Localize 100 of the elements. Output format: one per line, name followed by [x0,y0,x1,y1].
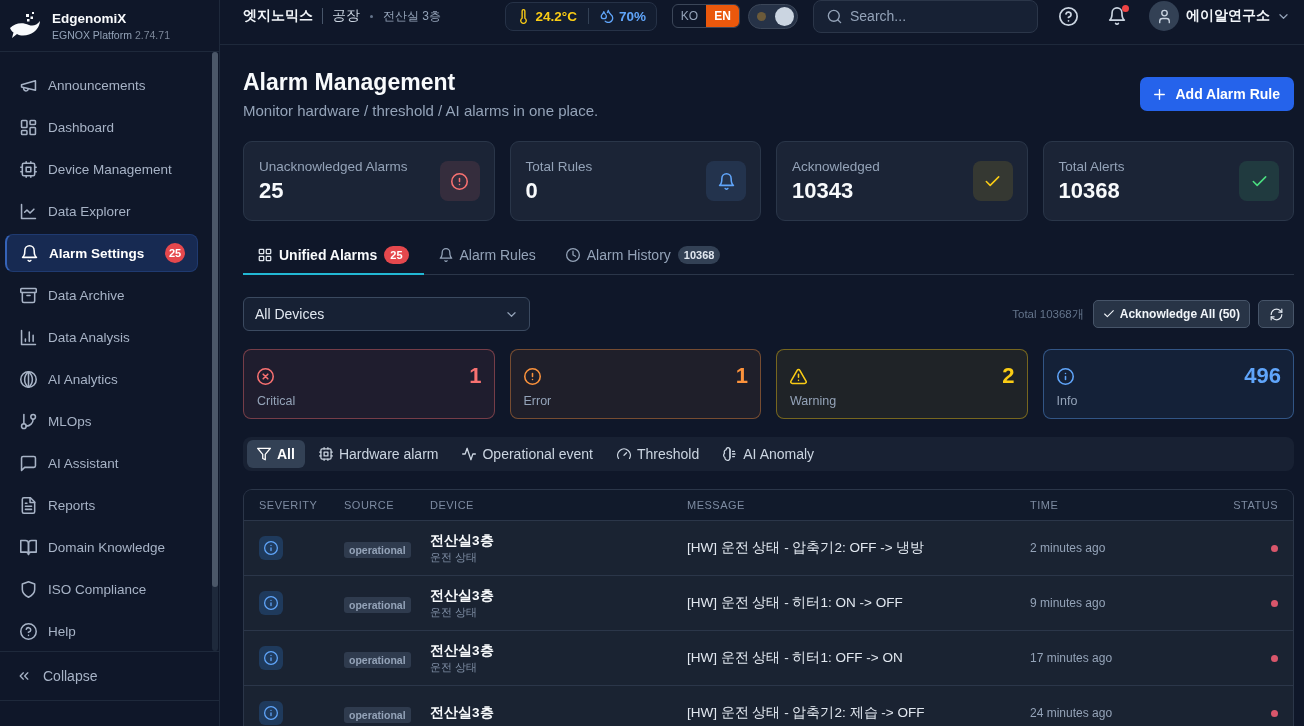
nav-item[interactable]: Data Analysis [5,318,198,356]
nav-item[interactable]: Data Explorer [5,192,198,230]
nav-item[interactable]: MLOps [5,402,198,440]
total-count: Total 10368개 [1012,306,1084,322]
alarm-time: 9 minutes ago [1030,596,1106,610]
filter-icon [257,447,271,461]
scrollbar[interactable] [212,52,218,651]
page-subtitle: Monitor hardware / threshold / AI alarms in one place. [243,101,599,121]
stat-label: Unacknowledged Alarms [259,157,408,176]
nav-item[interactable]: Dashboard [5,108,198,146]
column-header: SOURCE [344,499,396,511]
toggle-knob[interactable] [775,6,794,26]
brain-icon [723,447,738,461]
category-chip[interactable]: AI Anomaly [713,440,825,468]
nav-item[interactable]: Device Management [5,150,198,188]
humidity-value: 70% [618,8,646,24]
line-chart-icon [20,202,37,220]
chevrons-left-icon [17,669,31,683]
device-detail: 운전 상태 [430,605,478,619]
breadcrumb-item[interactable]: 공장 [332,7,360,25]
count-badge: 25 [384,246,409,264]
branch-icon [20,412,37,430]
x-circle-icon [257,367,274,385]
device-name: 전산실3층 [430,642,494,660]
warning-icon [790,367,807,385]
tab[interactable]: Unified Alarms 25 [243,237,424,275]
breadcrumb-item[interactable]: 엣지노믹스 [243,7,313,25]
stat-value: 10343 [792,176,855,205]
category-chip[interactable]: Operational event [452,440,603,468]
category-chip[interactable]: All [247,440,305,468]
device-name: 전산실3층 [430,704,494,722]
add-alarm-rule-button[interactable]: Add Alarm Rule [1139,77,1294,111]
activity-icon [462,447,477,461]
alarm-time: 17 minutes ago [1030,651,1113,665]
category-chip[interactable]: Threshold [607,440,710,468]
stat-value: 10368 [1058,176,1121,205]
nav-item[interactable]: ISO Compliance [5,570,198,608]
dot-icon [757,11,766,21]
bell-icon [21,244,38,262]
alert-circle-icon [523,367,541,385]
nav-item[interactable]: Alarm Settings 25 [5,234,198,272]
tab[interactable]: Alarm History 10368 [550,237,736,275]
severity-label: Error [523,394,552,408]
device-name: 전산실3층 [430,532,494,550]
source-tag: operational [344,597,411,613]
bell-icon [438,248,453,262]
device-name: 전산실3층 [430,587,494,605]
search-field[interactable]: Search... [813,0,1038,33]
language-option[interactable]: KO [673,5,706,27]
nav-item[interactable]: AI Assistant [5,444,198,482]
bell-icon[interactable] [1108,7,1126,25]
alarm-time: 24 minutes ago [1030,706,1113,720]
user-menu[interactable]: 에이알연구소 [1149,1,1290,31]
avatar-icon [1149,1,1179,31]
droplets-icon [599,9,614,23]
globe-icon [20,370,37,388]
chat-icon [20,454,37,472]
help-icon [20,622,37,640]
nav-item[interactable]: Domain Knowledge [5,528,198,566]
alarm-message: [HW] 운전 상태 - 히터1: ON -> OFF [687,594,903,612]
category-chip[interactable]: Hardware alarm [308,440,449,468]
stat-label: Acknowledged [792,157,880,176]
temperature-value: 24.2°C [535,8,577,24]
nav-item[interactable]: Help [5,612,198,650]
collapse-button[interactable]: Collapse [17,668,98,684]
gauge-icon [617,447,631,461]
chip-icon [318,447,333,461]
help-icon[interactable] [1059,6,1078,26]
clock-icon [565,248,580,262]
column-header: STATUS [1233,499,1278,511]
refresh-button[interactable] [1258,300,1294,328]
alarm-message: [HW] 운전 상태 - 히터1: OFF -> ON [687,649,903,667]
acknowledge-all-button[interactable]: Acknowledge All (50) [1092,300,1250,328]
device-detail: 운전 상태 [430,660,478,674]
alarm-time: 2 minutes ago [1030,541,1106,555]
alarm-message: [HW] 운전 상태 - 압축기2: 제습 -> OFF [687,704,925,722]
device-select[interactable]: All Devices [243,297,530,331]
theme-toggle[interactable] [748,3,798,29]
severity-label: Info [1056,394,1078,408]
refresh-icon [1269,307,1283,321]
severity-count: 496 [1244,364,1281,388]
document-icon [20,496,37,514]
severity-label: Critical [257,394,296,408]
nav-item[interactable]: AI Analytics [5,360,198,398]
breadcrumb-item[interactable]: 전산실 3층 [383,7,441,25]
platform-name: EGNOX Platform [52,29,132,41]
nav-item[interactable]: Data Archive [5,276,198,314]
chip-icon [20,160,37,178]
tab[interactable]: Alarm Rules [423,237,551,275]
stat-value: 0 [525,176,539,205]
nav-item[interactable]: Reports [5,486,198,524]
count-badge: 25 [165,243,185,263]
severity-count: 2 [1002,364,1015,388]
source-tag: operational [344,652,411,668]
logo-icon [9,11,41,40]
stat-value: 25 [259,176,285,205]
nav-item[interactable]: Announcements [5,66,198,104]
language-option[interactable]: EN [706,5,739,27]
stat-label: Total Rules [525,157,593,176]
archive-icon [20,286,37,304]
